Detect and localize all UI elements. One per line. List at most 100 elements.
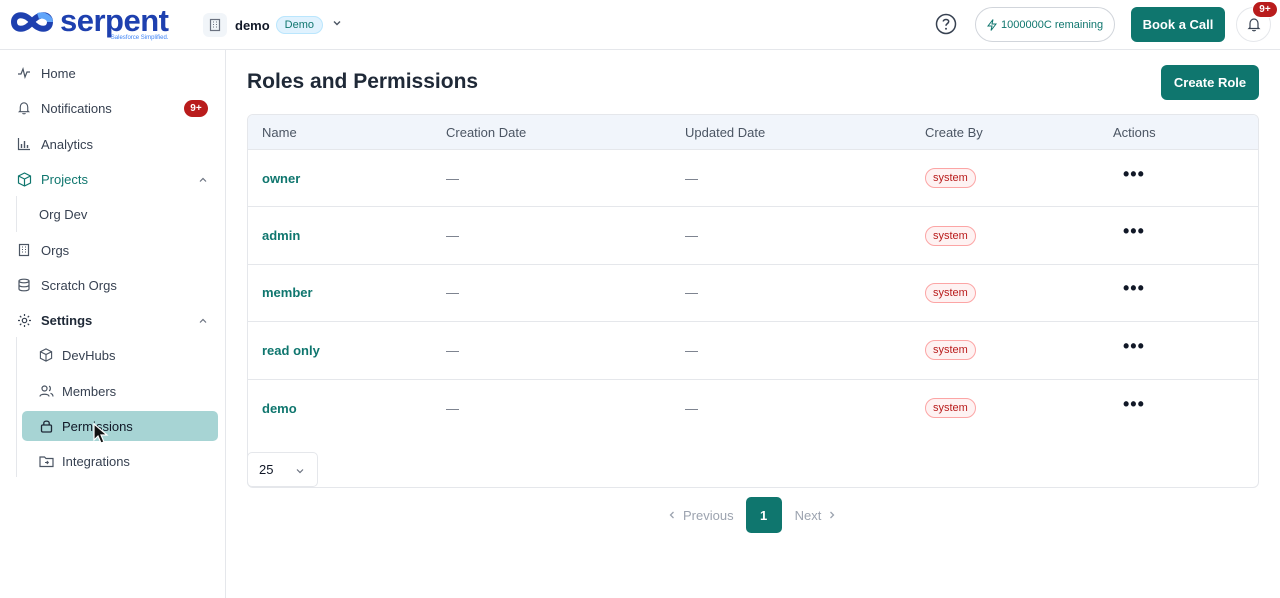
credits-indicator[interactable]: 1000000C remaining bbox=[975, 7, 1116, 42]
sidebar-item-home[interactable]: Home bbox=[10, 58, 218, 88]
page-size-select[interactable]: 25 bbox=[247, 452, 318, 487]
pagination: Previous 1 Next bbox=[666, 497, 838, 533]
lightning-icon bbox=[987, 18, 997, 31]
lock-icon bbox=[38, 418, 54, 434]
chevron-left-icon bbox=[669, 511, 674, 519]
table-row: read only — — system ••• bbox=[248, 322, 1258, 380]
previous-page-button[interactable]: Previous bbox=[666, 508, 734, 523]
chevron-down-icon[interactable] bbox=[331, 16, 343, 34]
table-row: owner — — system ••• bbox=[248, 150, 1258, 208]
notifications-count-badge: 9+ bbox=[184, 100, 208, 117]
credits-label: 1000000C remaining bbox=[1001, 18, 1104, 31]
main-content: Roles and Permissions Create Role Name C… bbox=[226, 50, 1280, 598]
more-actions-icon[interactable]: ••• bbox=[1123, 278, 1145, 299]
more-actions-icon[interactable]: ••• bbox=[1123, 221, 1145, 242]
sidebar-item-label: Members bbox=[62, 383, 117, 399]
updated-date-cell: — bbox=[685, 342, 698, 358]
chevron-up-icon[interactable] bbox=[198, 314, 208, 329]
next-label: Next bbox=[794, 507, 822, 523]
updated-date-cell: — bbox=[685, 400, 698, 416]
chevron-right-icon bbox=[830, 511, 835, 519]
more-actions-icon[interactable]: ••• bbox=[1123, 164, 1145, 185]
users-icon bbox=[38, 383, 54, 399]
sidebar-item-projects[interactable]: Projects bbox=[10, 164, 218, 194]
updated-date-cell: — bbox=[685, 170, 698, 186]
previous-label: Previous bbox=[683, 507, 734, 523]
sidebar-item-devhubs[interactable]: DevHubs bbox=[22, 340, 218, 370]
created-by-badge: system bbox=[925, 398, 976, 419]
role-name-link[interactable]: read only bbox=[262, 343, 320, 358]
sidebar-item-label: Integrations bbox=[62, 453, 130, 469]
table-row: demo — — system ••• bbox=[248, 380, 1258, 437]
creation-date-cell: — bbox=[446, 228, 459, 244]
column-header-create-by[interactable]: Create By bbox=[925, 125, 983, 140]
role-name-link[interactable]: admin bbox=[262, 228, 300, 243]
next-page-button[interactable]: Next bbox=[795, 508, 839, 523]
column-header-name[interactable]: Name bbox=[262, 125, 297, 140]
sidebar-item-org-dev[interactable]: Org Dev bbox=[39, 199, 87, 229]
sidebar-item-analytics[interactable]: Analytics bbox=[10, 129, 218, 159]
page-size-value: 25 bbox=[259, 462, 274, 477]
database-icon bbox=[16, 277, 32, 293]
create-role-button[interactable]: Create Role bbox=[1161, 65, 1259, 100]
page-number-button[interactable]: 1 bbox=[745, 497, 782, 533]
sidebar-item-scratch-orgs[interactable]: Scratch Orgs bbox=[10, 270, 218, 300]
building-icon bbox=[203, 13, 227, 37]
sidebar-item-label: Orgs bbox=[41, 242, 70, 258]
more-actions-icon[interactable]: ••• bbox=[1123, 336, 1145, 357]
created-by-badge: system bbox=[925, 225, 976, 246]
mouse-cursor-icon bbox=[93, 423, 109, 444]
table-row: member — — system ••• bbox=[248, 265, 1258, 323]
column-header-creation-date[interactable]: Creation Date bbox=[446, 125, 526, 140]
table-header: Name Creation Date Updated Date Create B… bbox=[248, 115, 1258, 150]
page-title: Roles and Permissions bbox=[247, 70, 479, 93]
sidebar-item-permissions[interactable]: Permissions bbox=[22, 411, 218, 441]
sidebar-item-label: Notifications bbox=[41, 100, 112, 116]
creation-date-cell: — bbox=[446, 170, 459, 186]
sidebar-item-settings[interactable]: Settings bbox=[10, 305, 218, 335]
tree-line bbox=[16, 196, 17, 232]
table-row: admin — — system ••• bbox=[248, 207, 1258, 265]
help-icon[interactable] bbox=[935, 13, 957, 35]
sidebar-item-orgs[interactable]: Orgs bbox=[10, 235, 218, 265]
bar-chart-icon bbox=[16, 136, 32, 152]
role-name-link[interactable]: member bbox=[262, 285, 313, 300]
workspace-switcher[interactable]: demo Demo bbox=[203, 12, 343, 38]
serpent-logo[interactable]: serpent Salesforce Simplified. bbox=[8, 5, 169, 42]
created-by-badge: system bbox=[925, 340, 976, 361]
gear-icon bbox=[16, 312, 32, 328]
column-header-updated-date[interactable]: Updated Date bbox=[685, 125, 765, 140]
book-call-button[interactable]: Book a Call bbox=[1131, 7, 1225, 42]
workspace-name: demo bbox=[235, 17, 270, 33]
workspace-badge: Demo bbox=[275, 16, 324, 34]
sidebar-item-members[interactable]: Members bbox=[22, 376, 218, 406]
sidebar-item-notifications[interactable]: Notifications 9+ bbox=[10, 93, 218, 123]
roles-table: Name Creation Date Updated Date Create B… bbox=[247, 114, 1259, 488]
creation-date-cell: — bbox=[446, 400, 459, 416]
created-by-badge: system bbox=[925, 168, 976, 189]
building-icon bbox=[16, 242, 32, 258]
activity-icon bbox=[16, 65, 32, 81]
sidebar-item-label: Projects bbox=[41, 171, 88, 187]
sidebar-item-label: Scratch Orgs bbox=[41, 277, 117, 293]
updated-date-cell: — bbox=[685, 228, 698, 244]
bell-icon bbox=[16, 100, 32, 116]
box-icon bbox=[38, 347, 54, 363]
creation-date-cell: — bbox=[446, 342, 459, 358]
tree-line bbox=[16, 337, 17, 477]
role-name-link[interactable]: demo bbox=[262, 401, 297, 416]
sidebar-item-integrations[interactable]: Integrations bbox=[22, 446, 218, 476]
created-by-badge: system bbox=[925, 282, 976, 303]
sidebar-item-label: Settings bbox=[41, 312, 93, 328]
top-bar: serpent Salesforce Simplified. demo Demo… bbox=[0, 0, 1280, 50]
box-icon bbox=[16, 171, 32, 187]
sidebar: Home Notifications 9+ Analytics Projects… bbox=[0, 50, 226, 598]
folder-icon bbox=[38, 453, 54, 469]
role-name-link[interactable]: owner bbox=[262, 171, 300, 186]
creation-date-cell: — bbox=[446, 285, 459, 301]
sidebar-item-label: Home bbox=[41, 65, 76, 81]
chevron-up-icon[interactable] bbox=[198, 173, 208, 188]
logo-mark-icon bbox=[10, 12, 54, 32]
more-actions-icon[interactable]: ••• bbox=[1123, 394, 1145, 415]
sidebar-item-label: Analytics bbox=[41, 136, 94, 152]
